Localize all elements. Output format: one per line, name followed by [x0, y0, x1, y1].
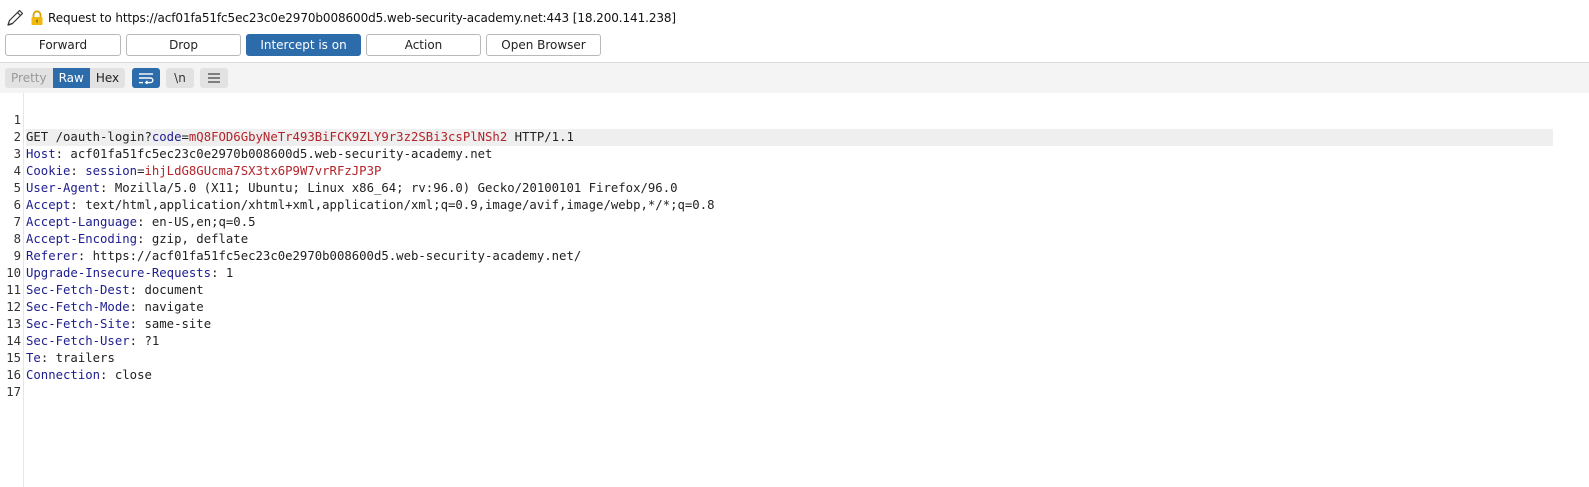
forward-button[interactable]: Forward	[5, 34, 121, 56]
request-editor[interactable]: 1 GET /oauth-login?code=mQ8FOD6GbyNeTr49…	[0, 93, 1589, 487]
tab-raw[interactable]: Raw	[52, 68, 90, 88]
header-line: 6 Accept-Language: en-US,en;q=0.5	[0, 180, 1589, 229]
request-title-bar: Request to https://acf01fa51fc5ec23c0e29…	[6, 8, 676, 28]
header-line: 7 Accept-Encoding: gzip, deflate	[0, 197, 1589, 246]
newline-label: \n	[174, 71, 186, 85]
empty-line: 16	[0, 350, 1589, 382]
newline-toggle-button[interactable]: \n	[166, 68, 194, 88]
lock-icon	[30, 10, 44, 26]
header-line: 5 Accept: text/html,application/xhtml+xm…	[0, 163, 1589, 212]
empty-line: 17	[0, 367, 1589, 399]
header-line: 4 User-Agent: Mozilla/5.0 (X11; Ubuntu; …	[0, 146, 1589, 195]
view-mode-tabs: Pretty Raw Hex	[5, 68, 126, 88]
header-line: 8 Referer: https://acf01fa51fc5ec23c0e29…	[0, 214, 1589, 263]
editor-toolbar: Pretty Raw Hex \n	[0, 62, 1589, 93]
header-line: 12 Sec-Fetch-Site: same-site	[0, 282, 1589, 331]
action-button[interactable]: Action	[366, 34, 481, 56]
open-browser-button[interactable]: Open Browser	[486, 34, 601, 56]
header-line: 10 Sec-Fetch-Dest: document	[0, 248, 1589, 297]
pencil-icon[interactable]	[6, 9, 26, 27]
header-line: 9 Upgrade-Insecure-Requests: 1	[0, 231, 1589, 280]
intercept-panel: Request to https://acf01fa51fc5ec23c0e29…	[0, 0, 1589, 487]
line-number: 17	[6, 385, 21, 399]
drop-button[interactable]: Drop	[126, 34, 241, 56]
tab-pretty[interactable]: Pretty	[5, 68, 53, 88]
request-line: 1 GET /oauth-login?code=mQ8FOD6GbyNeTr49…	[0, 95, 1589, 146]
header-line: 3 Cookie: session=ihjLdG8GUcma7SX3tx6P9W…	[0, 129, 1589, 178]
header-line: 15 Connection: close	[0, 333, 1589, 382]
header-line: 2 Host: acf01fa51fc5ec23c0e2970b008600d5…	[0, 112, 1589, 161]
request-title: Request to https://acf01fa51fc5ec23c0e29…	[48, 11, 677, 25]
header-line: 13 Sec-Fetch-User: ?1	[0, 299, 1589, 348]
intercept-toggle-button[interactable]: Intercept is on	[246, 34, 361, 56]
header-line: 11 Sec-Fetch-Mode: navigate	[0, 265, 1589, 314]
hamburger-menu-icon[interactable]	[200, 68, 228, 88]
tab-hex[interactable]: Hex	[89, 68, 126, 88]
wrap-lines-icon[interactable]	[132, 68, 160, 88]
header-line: 14 Te: trailers	[0, 316, 1589, 365]
